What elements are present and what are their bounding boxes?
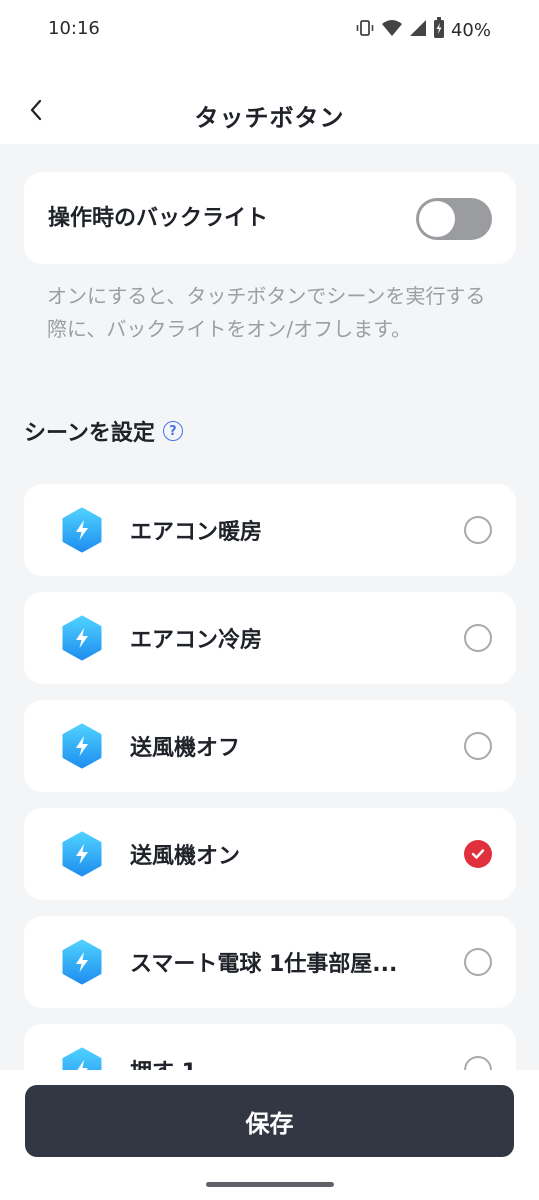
scene-label: 押す 1 <box>130 1054 450 1070</box>
lightning-hexagon-icon <box>60 1047 104 1070</box>
lightning-hexagon-icon <box>60 507 104 553</box>
radio-unselected[interactable] <box>464 1056 492 1070</box>
scene-item[interactable]: エアコン暖房 <box>24 484 516 576</box>
bottom-action-area: 保存 <box>0 1070 539 1200</box>
radio-unselected[interactable] <box>464 732 492 760</box>
radio-selected[interactable] <box>464 840 492 868</box>
scene-label: スマート電球 1仕事部屋... <box>130 952 398 977</box>
lightning-hexagon-icon <box>60 723 104 769</box>
radio-unselected[interactable] <box>464 516 492 544</box>
scene-item[interactable]: エアコン冷房 <box>24 592 516 684</box>
scene-section-header: シーンを設定 ? <box>24 415 183 447</box>
scene-item[interactable]: 送風機オン <box>24 808 516 900</box>
lightning-hexagon-icon <box>60 615 104 661</box>
checkmark-icon <box>471 845 485 864</box>
lightning-hexagon-icon <box>60 939 104 985</box>
scene-label: エアコン冷房 <box>130 628 263 653</box>
lightning-hexagon-icon <box>60 831 104 877</box>
scene-label: 送風機オフ <box>130 736 241 761</box>
scene-label: 送風機オン <box>130 844 241 869</box>
home-indicator <box>206 1182 334 1187</box>
scene-item[interactable]: スマート電球 1仕事部屋... <box>24 916 516 1008</box>
scene-item[interactable]: 送風機オフ <box>24 700 516 792</box>
backlight-setting-card: 操作時のバックライト <box>24 172 516 264</box>
scene-item[interactable]: 押す 1 <box>24 1024 516 1070</box>
radio-unselected[interactable] <box>464 624 492 652</box>
radio-unselected[interactable] <box>464 948 492 976</box>
scene-section-title: シーンを設定 <box>24 421 155 446</box>
scene-list-viewport[interactable]: 操作時のバックライト オンにすると、タッチボタンでシーンを実行する際に、バックラ… <box>0 0 539 1070</box>
save-button[interactable]: 保存 <box>25 1085 514 1157</box>
toggle-knob <box>419 201 455 237</box>
scene-label: エアコン暖房 <box>130 520 263 545</box>
backlight-label: 操作時のバックライト <box>48 206 269 231</box>
backlight-toggle[interactable] <box>416 198 492 240</box>
question-circle-icon[interactable]: ? <box>162 421 183 441</box>
backlight-description: オンにすると、タッチボタンでシーンを実行する際に、バックライトをオン/オフします… <box>47 284 486 341</box>
